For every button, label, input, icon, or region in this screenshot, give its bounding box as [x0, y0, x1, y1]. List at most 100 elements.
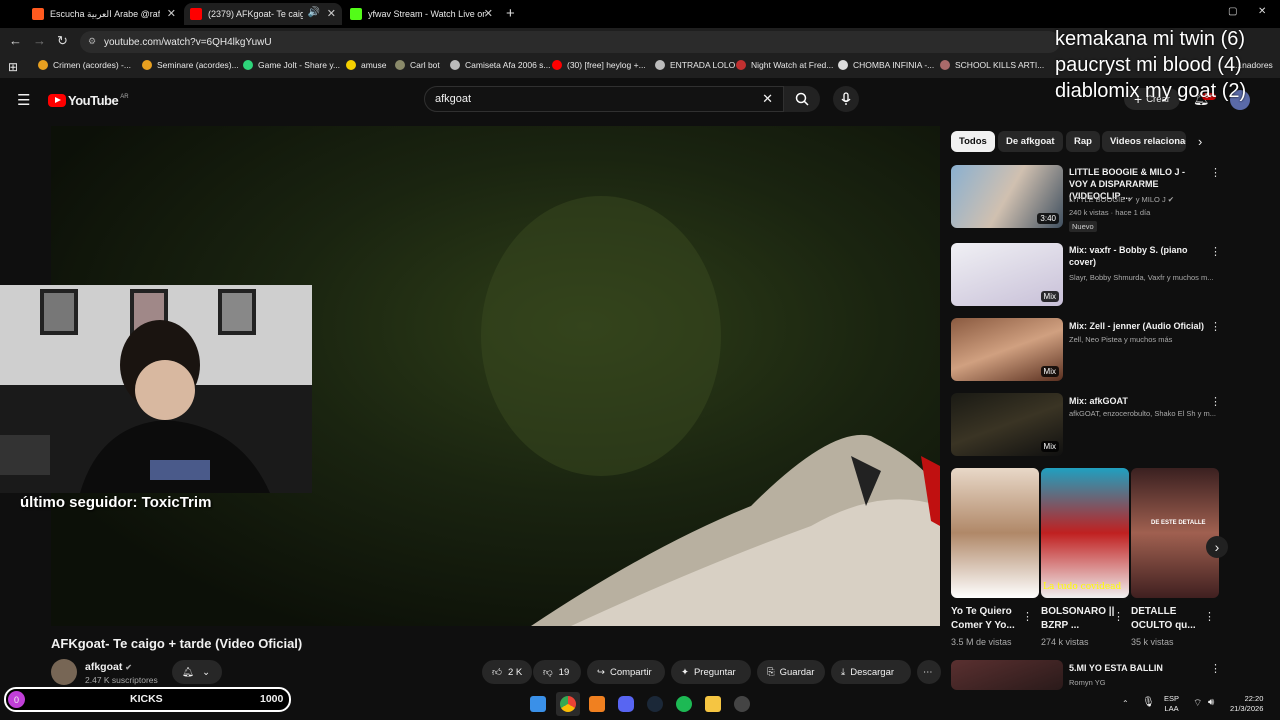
chip-all[interactable]: Todos [951, 131, 995, 152]
close-icon[interactable]: ✕ [167, 7, 176, 20]
bookmark-item[interactable]: Camiseta Afa 2006 s... [450, 60, 551, 70]
related-channel[interactable]: LITTLE BOOGIE ✔ y MILO J ✔ [1069, 195, 1219, 204]
language-indicator[interactable]: ESP LAA [1164, 694, 1179, 714]
related-thumbnail[interactable]: Mix [951, 318, 1063, 381]
youtube-logo-icon [48, 94, 66, 107]
forward-icon[interactable]: → [33, 33, 46, 48]
channel-name[interactable]: afkgoat ✔ [85, 661, 132, 673]
dislike-button[interactable]: 👎︎ 19 [533, 660, 581, 684]
speaker-icon[interactable]: 🔊 [308, 7, 320, 18]
short-thumbnail[interactable]: La tudo covidead [1041, 468, 1129, 598]
tab-yfwav[interactable]: yfwav Stream - Watch Live on K ✕ [344, 3, 499, 25]
channel-avatar[interactable] [51, 659, 77, 685]
share-button[interactable]: ↪ Compartir [587, 660, 665, 684]
file-explorer-icon[interactable] [705, 696, 721, 712]
bookmark-item[interactable]: SCHOOL KILLS ARTI... [940, 60, 1044, 70]
close-icon[interactable]: ✕ [484, 7, 493, 20]
search-icon [795, 92, 809, 106]
share-icon: ↪ [597, 666, 605, 678]
tab-title: yfwav Stream - Watch Live on K [368, 9, 486, 19]
ask-button[interactable]: ✦ Preguntar [671, 660, 751, 684]
related-thumbnail[interactable]: Mix [951, 243, 1063, 306]
chip-related[interactable]: Videos relacionados [1102, 131, 1186, 152]
reload-icon[interactable]: ↻ [57, 33, 68, 49]
bookmark-item[interactable]: Night Watch at Fred... [736, 60, 833, 70]
bookmark-item[interactable]: (30) [free] heylog +... [552, 60, 646, 70]
related-title[interactable]: Mix: vaxfr - Bobby S. (piano cover) [1069, 244, 1204, 268]
bookmark-item[interactable]: Seminare (acordes)... [142, 60, 239, 70]
menu-icon[interactable]: ☰ [17, 91, 30, 109]
bookmark-icon [346, 60, 356, 70]
maximize-icon[interactable]: ▢ [1228, 6, 1237, 17]
short-thumbnail[interactable]: DE ESTE DETALLE [1131, 468, 1219, 598]
like-button[interactable]: 👍︎ 2 K [482, 660, 532, 684]
bookmark-item[interactable]: ENTRADA LOLO [655, 60, 735, 70]
short-title[interactable]: DETALLE OCULTO qu... [1131, 605, 1209, 633]
related-title[interactable]: Mix: afkGOAT [1069, 395, 1204, 407]
fl-studio-icon[interactable] [589, 696, 605, 712]
chevron-up-icon[interactable]: ⌃ [1122, 699, 1129, 708]
voice-search-button[interactable] [833, 86, 859, 112]
sparkle-icon: ✦ [681, 666, 689, 678]
wifi-icon[interactable]: ⌔ [1193, 697, 1202, 710]
tab-rafaelo[interactable]: Escucha العربية Arabe @rafaelo ✕ [26, 3, 182, 25]
save-button[interactable]: ⎘ Guardar [757, 660, 825, 684]
bookmark-item[interactable]: Crimen (acordes) -... [38, 60, 131, 70]
chrome-icon[interactable] [560, 696, 576, 712]
chevron-right-icon[interactable]: › [1206, 536, 1228, 558]
steam-icon[interactable] [647, 696, 663, 712]
bookmark-item[interactable]: Game Jolt - Share y... [243, 60, 340, 70]
more-icon[interactable]: ⋮ [1204, 610, 1215, 623]
more-icon[interactable]: ⋮ [1210, 662, 1221, 675]
youtube-logo[interactable]: YouTube AR [48, 93, 129, 108]
microphone-icon [841, 92, 851, 105]
clock[interactable]: 22:20 21/3/2026 [1230, 694, 1263, 714]
more-icon[interactable]: ⋮ [1210, 395, 1221, 408]
short-thumbnail[interactable] [951, 468, 1039, 598]
tab-afkgoat[interactable]: (2379) AFKgoat- Te caigo + 🔊 ✕ [184, 3, 342, 25]
chip-rap[interactable]: Rap [1066, 131, 1100, 152]
bookmark-icon: ⎘ [767, 666, 775, 678]
app-icon[interactable] [734, 696, 750, 712]
thumbs-down-icon: 👎︎ [543, 667, 553, 678]
more-icon[interactable]: ⋮ [1022, 610, 1033, 623]
apps-icon[interactable]: ⊞ [8, 60, 18, 74]
more-icon[interactable]: ⋮ [1210, 320, 1221, 333]
short-title[interactable]: Yo Te Quiero Comer Y Yo... [951, 605, 1029, 633]
search-input[interactable]: afkgoat ✕ [424, 86, 784, 112]
volume-icon[interactable]: 🔊︎ [1208, 697, 1214, 708]
bookmark-item[interactable]: CHOMBA INFINIA -... [838, 60, 934, 70]
related-thumbnail[interactable]: Mix [951, 393, 1063, 456]
spotify-icon[interactable] [676, 696, 692, 712]
short-title[interactable]: BOLSONARO || BZRP ... [1041, 605, 1119, 633]
chevron-down-icon: ⌄ [202, 666, 211, 678]
related-thumbnail[interactable] [951, 660, 1063, 690]
new-tab-button[interactable]: + [506, 5, 515, 22]
back-icon[interactable]: ← [9, 33, 22, 48]
bookmark-item[interactable]: Carl bot [395, 60, 440, 70]
search-button[interactable] [784, 86, 820, 112]
related-title[interactable]: Mix: Zell - jenner (Audio Oficial) [1069, 320, 1204, 332]
clear-search-icon[interactable]: ✕ [762, 91, 773, 107]
chip-from-channel[interactable]: De afkgoat [998, 131, 1063, 152]
related-thumbnail[interactable]: 3:40 [951, 165, 1063, 228]
youtube-icon [190, 8, 202, 20]
discord-icon[interactable] [618, 696, 634, 712]
microphone-icon[interactable]: 🎙︎ [1142, 697, 1155, 708]
more-actions-button[interactable]: ⋯ [917, 660, 941, 684]
more-icon[interactable]: ⋮ [1113, 610, 1124, 623]
close-icon[interactable]: ✕ [327, 7, 336, 20]
download-button[interactable]: ⤓ Descargar [831, 660, 911, 684]
close-window-icon[interactable]: ✕ [1258, 6, 1266, 17]
address-bar[interactable]: ⚙ youtube.com/watch?v=6QH4lkgYuwU [80, 31, 1060, 53]
bookmark-item[interactable]: amuse [346, 60, 387, 70]
site-info-icon[interactable]: ⚙ [88, 36, 96, 47]
more-icon[interactable]: ⋮ [1210, 245, 1221, 258]
windows-start-icon[interactable] [530, 696, 546, 712]
related-title[interactable]: 5.MI YO ESTA BALLIN [1069, 662, 1204, 674]
more-icon[interactable]: ⋮ [1210, 166, 1221, 179]
chevron-right-icon[interactable]: › [1198, 134, 1202, 149]
subscribe-bell-button[interactable]: 🔔︎ ⌄ [172, 660, 222, 684]
bookmark-icon [655, 60, 665, 70]
bookmark-icon [38, 60, 48, 70]
